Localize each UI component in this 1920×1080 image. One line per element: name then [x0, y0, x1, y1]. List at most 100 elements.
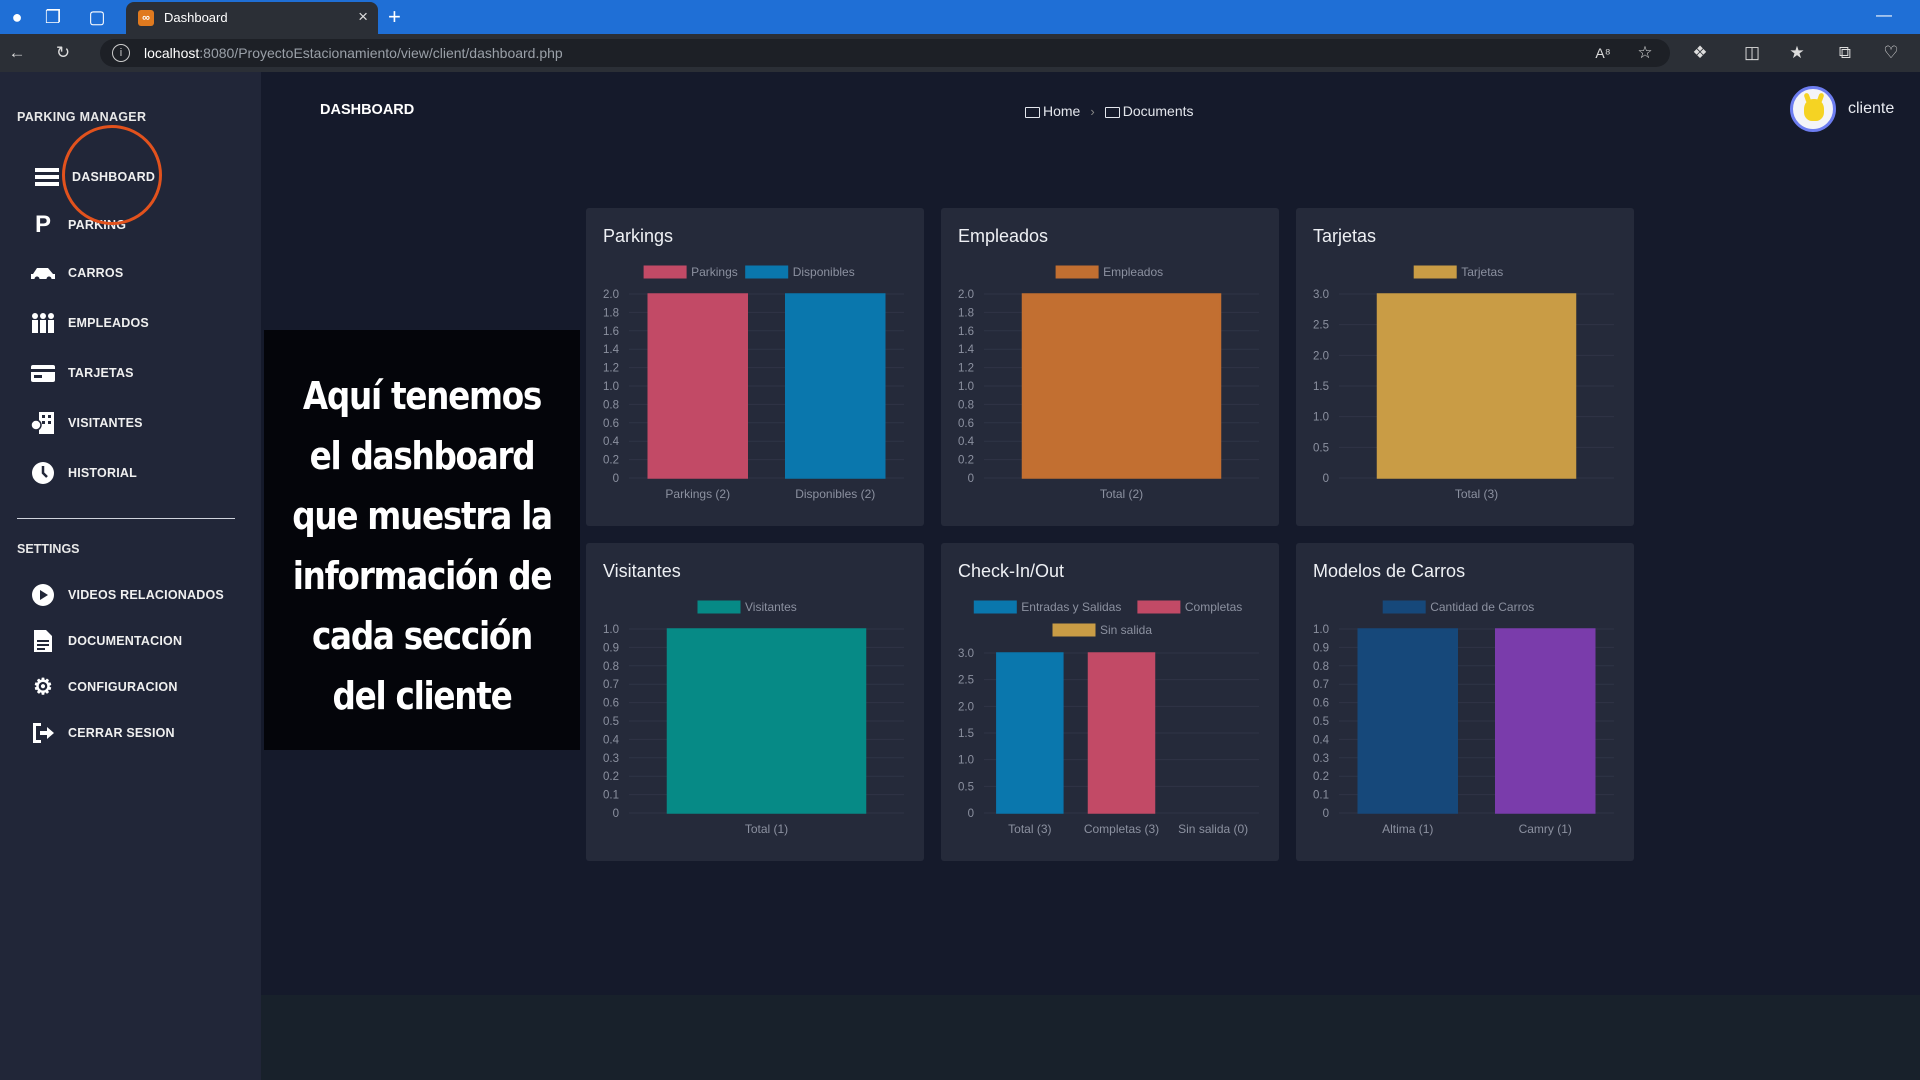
y-tick-label: 0: [1323, 473, 1329, 485]
sidebar-item-historial[interactable]: HISTORIAL: [30, 458, 137, 488]
y-tick-label: 1.0: [1313, 624, 1329, 636]
split-screen-icon[interactable]: ◫: [1737, 34, 1767, 72]
site-info-icon[interactable]: i: [112, 44, 130, 62]
y-tick-label: 0.2: [958, 455, 974, 467]
breadcrumb-home[interactable]: Home: [1043, 103, 1080, 119]
reload-icon[interactable]: ↻: [48, 34, 78, 72]
workspaces-icon[interactable]: ❐: [36, 0, 70, 34]
y-tick-label: 3.0: [1313, 289, 1329, 301]
y-tick-label: 0.9: [603, 642, 619, 654]
legend-swatch: [1137, 600, 1181, 614]
avatar[interactable]: [1790, 86, 1836, 132]
legend-swatch: [1052, 623, 1096, 637]
y-tick-label: 0.8: [958, 399, 974, 411]
y-tick-label: 0.7: [1313, 679, 1329, 691]
clock-icon: [30, 460, 56, 486]
user-menu[interactable]: cliente: [1790, 86, 1894, 132]
bar: [996, 652, 1064, 814]
bar: [785, 293, 886, 479]
legend-label: Tarjetas: [1461, 265, 1503, 279]
y-tick-label: 2.0: [958, 701, 974, 713]
chart-card-tarjetas: Tarjetas Tarjetas 3.0 2.5 2.0 1.5 1.0 0.5 0 Tota…: [1296, 208, 1634, 526]
legend-label: Empleados: [1103, 265, 1163, 279]
address-bar: ← ↻ i localhost:8080/ProyectoEstacionami…: [0, 34, 1920, 72]
bar: [1021, 293, 1222, 479]
y-tick-label: 2.5: [958, 675, 974, 687]
bar: [647, 293, 748, 479]
chart-card-modelos: Modelos de Carros Cantidad de Carros 1.0 0…: [1296, 543, 1634, 861]
y-tick-label: 1.0: [1313, 412, 1329, 424]
user-name: cliente: [1848, 100, 1895, 117]
x-tick-label: Total (3): [1008, 822, 1051, 836]
sidebar-item-label: CARROS: [68, 266, 124, 280]
chart-parkings: Parkings Disponibles 2.0 1.8 1.6 1.4 1.2 1.0 0.8…: [603, 265, 904, 501]
y-tick-label: 2.0: [603, 289, 619, 301]
y-tick-label: 1.6: [603, 326, 619, 338]
bar: [666, 628, 867, 814]
url-field[interactable]: i localhost:8080/ProyectoEstacionamiento…: [100, 39, 1670, 67]
legend-swatch: [973, 600, 1017, 614]
legend-swatch: [1382, 600, 1426, 614]
legend-label: Parkings: [691, 265, 738, 279]
x-tick-label: Disponibles (2): [795, 487, 875, 501]
card-icon: [30, 360, 56, 386]
y-tick-label: 0.5: [603, 716, 619, 728]
performance-icon[interactable]: ♡: [1876, 34, 1906, 72]
legend-label: Visitantes: [745, 600, 797, 614]
caption-overlay: Aquí tenemos el dashboard que muestra la…: [264, 330, 580, 750]
y-tick-label: 0: [1323, 808, 1329, 820]
chart-tarjetas: Tarjetas 3.0 2.5 2.0 1.5 1.0 0.5 0 Total (3): [1313, 265, 1614, 501]
y-tick-label: 0: [613, 473, 619, 485]
x-tick-label: Total (3): [1455, 487, 1498, 501]
chevron-right-icon: ›: [1090, 103, 1095, 119]
browser-tab-bar: ● ❐ ▢ ∞ Dashboard × + —: [0, 0, 1920, 34]
sidebar-item-parking[interactable]: P PARKING: [30, 210, 126, 240]
y-tick-label: 1.0: [958, 381, 974, 393]
sidebar-item-carros[interactable]: CARROS: [30, 258, 123, 288]
sidebar-item-configuracion[interactable]: ⚙ CONFIGURACION: [30, 672, 178, 702]
legend-label: Entradas y Salidas: [1021, 600, 1121, 614]
sidebar-item-label: HISTORIAL: [68, 466, 137, 480]
chart-card-visitantes: Visitantes Visitantes 1.0 0.9 0.8 0.7 0.6 0.5 0…: [586, 543, 924, 861]
y-tick-label: 1.5: [958, 728, 974, 740]
minimize-icon[interactable]: —: [1876, 0, 1892, 32]
y-tick-label: 0.7: [603, 679, 619, 691]
url-path: :8080/ProyectoEstacionamiento/view/clien…: [199, 45, 563, 61]
close-tab-icon[interactable]: ×: [358, 7, 368, 27]
bar: [1357, 628, 1458, 814]
y-tick-label: 3.0: [958, 648, 974, 660]
collections-icon[interactable]: ⧉: [1830, 34, 1860, 72]
sidebar-item-documentacion[interactable]: DOCUMENTACION: [30, 626, 182, 656]
x-tick-label: Altima (1): [1382, 822, 1433, 836]
breadcrumb: Home › Documents: [1025, 103, 1194, 119]
legend-swatch: [1413, 265, 1457, 279]
y-tick-label: 0.9: [1313, 642, 1329, 654]
y-tick-label: 0.8: [603, 661, 619, 673]
y-tick-label: 0.3: [1313, 753, 1329, 765]
y-tick-label: 1.2: [958, 363, 974, 375]
read-aloud-icon[interactable]: A⁸: [1588, 34, 1618, 72]
play-icon: [30, 582, 56, 608]
y-tick-label: 0.4: [603, 436, 620, 448]
y-tick-label: 0.4: [958, 436, 975, 448]
y-tick-label: 0.6: [958, 418, 974, 430]
sidebar-item-label: VISITANTES: [68, 416, 143, 430]
favorite-star-icon[interactable]: ☆: [1630, 34, 1660, 72]
back-icon[interactable]: ←: [2, 34, 32, 72]
favorites-icon[interactable]: ★: [1782, 34, 1812, 72]
profile-icon[interactable]: ●: [0, 0, 34, 34]
new-tab-icon[interactable]: +: [388, 0, 401, 34]
sidebar-item-visitantes[interactable]: VISITANTES: [30, 408, 143, 438]
breadcrumb-documents[interactable]: Documents: [1123, 103, 1194, 119]
sidebar-item-dashboard[interactable]: DASHBOARD: [34, 162, 155, 192]
sidebar-item-tarjetas[interactable]: TARJETAS: [30, 358, 134, 388]
sidebar-item-cerrar-sesion[interactable]: CERRAR SESION: [30, 718, 175, 748]
y-tick-label: 0.5: [958, 781, 974, 793]
bar: [1495, 628, 1596, 814]
tab-actions-icon[interactable]: ▢: [80, 0, 114, 34]
sidebar-item-videos[interactable]: VIDEOS RELACIONADOS: [30, 580, 224, 610]
sidebar-item-empleados[interactable]: EMPLEADOS: [30, 308, 149, 338]
browser-tab[interactable]: ∞ Dashboard ×: [126, 2, 378, 34]
extensions-icon[interactable]: ❖: [1685, 34, 1715, 72]
y-tick-label: 0.6: [603, 698, 619, 710]
